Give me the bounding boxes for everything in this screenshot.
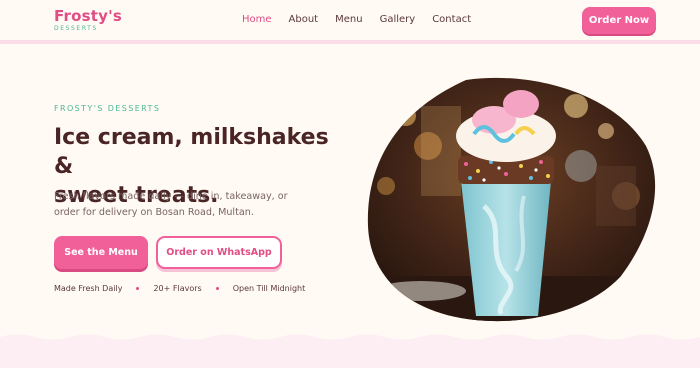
headline-line-1: Ice cream, milkshakes & xyxy=(54,125,329,179)
header-divider xyxy=(0,40,700,44)
milkshake-image xyxy=(367,77,656,322)
logo[interactable]: Frosty's DESSERTS xyxy=(54,7,122,33)
nav-home[interactable]: Home xyxy=(242,13,272,26)
hero-subtitle: Fresh flavors made daily — dine in, take… xyxy=(54,191,288,218)
separator-dot xyxy=(136,287,140,290)
order-now-button[interactable]: Order Now xyxy=(582,7,656,34)
logo-tagline: DESSERTS xyxy=(54,25,98,32)
main-nav: Home About Menu Gallery Contact xyxy=(242,13,471,26)
site-header: Frosty's DESSERTS Home About Menu Galler… xyxy=(0,0,700,42)
feature-hours: Open Till Midnight xyxy=(232,284,306,293)
nav-contact[interactable]: Contact xyxy=(432,13,471,26)
nav-menu[interactable]: Menu xyxy=(335,13,362,26)
separator-dot xyxy=(215,287,219,290)
order-whatsapp-button[interactable]: Order on WhatsApp xyxy=(156,236,282,269)
feature-fresh: Made Fresh Daily xyxy=(54,284,123,293)
logo-name: Frosty's xyxy=(54,7,122,25)
feature-flavors: 20+ Flavors xyxy=(153,284,202,293)
nav-about[interactable]: About xyxy=(289,13,319,26)
nav-gallery[interactable]: Gallery xyxy=(380,13,416,26)
feature-list: Made Fresh Daily 20+ Flavors Open Till M… xyxy=(54,284,305,293)
hero-eyebrow: FROSTY'S DESSERTS xyxy=(54,104,161,113)
next-section-band xyxy=(0,340,700,368)
see-menu-button[interactable]: See the Menu xyxy=(54,236,148,269)
